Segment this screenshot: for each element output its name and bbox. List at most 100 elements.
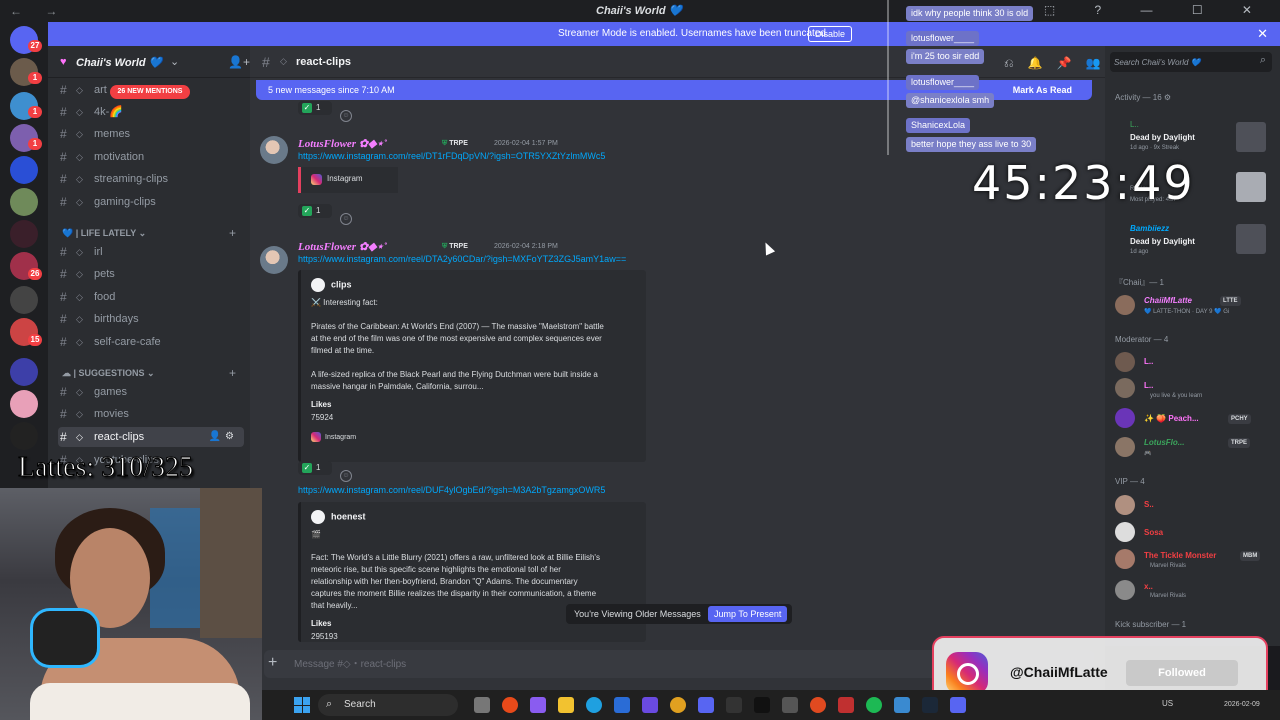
mark-as-read-button[interactable]: Mark As Read <box>1013 85 1072 95</box>
server-icon[interactable] <box>10 286 38 314</box>
activity-header[interactable]: Activity — 16 ⚙ <box>1115 93 1171 102</box>
member-name[interactable]: x.. <box>1144 582 1153 591</box>
member-name[interactable]: S.. <box>1144 500 1154 509</box>
server-icon[interactable] <box>10 156 38 184</box>
avatar[interactable] <box>1115 580 1135 600</box>
member-name[interactable]: The Tickle Monster <box>1144 551 1216 560</box>
edge-icon[interactable] <box>586 697 602 713</box>
link-embed[interactable]: clips ⚔️ Interesting fact: Pirates of th… <box>298 270 646 462</box>
app-icon[interactable] <box>782 697 798 713</box>
server-icon[interactable] <box>10 422 38 450</box>
windows-start-icon[interactable] <box>294 697 310 713</box>
invite-icon[interactable]: 👤+ <box>228 55 250 69</box>
server-icon[interactable] <box>10 358 38 386</box>
embed-author[interactable]: clips <box>311 278 352 292</box>
app-icon[interactable] <box>502 697 518 713</box>
avatar[interactable] <box>1115 495 1135 515</box>
channel-irl[interactable]: # ◇ irl <box>58 242 244 262</box>
server-icon[interactable] <box>10 220 38 248</box>
member-name[interactable]: L.. <box>1144 381 1153 390</box>
embed-author[interactable]: hoenest <box>311 510 366 524</box>
avatar[interactable] <box>1115 437 1135 457</box>
disable-button[interactable]: Disable <box>808 26 853 42</box>
message-link[interactable]: https://www.instagram.com/reel/DT1rFDqDp… <box>298 151 605 161</box>
chevron-down-icon[interactable]: ⌄ <box>170 55 179 68</box>
chrome-icon[interactable] <box>670 697 686 713</box>
app-icon[interactable] <box>530 697 546 713</box>
jump-to-present-button[interactable]: Jump To Present <box>708 606 788 622</box>
channel-pets[interactable]: # ◇ pets <box>58 264 244 284</box>
category-life-lately[interactable]: 💙 | LIFE LATELY ⌄ + <box>58 225 244 241</box>
discord-taskbar-icon[interactable] <box>950 697 966 713</box>
search-box[interactable]: ⌕ <box>1110 52 1272 72</box>
server-icon[interactable] <box>10 390 38 418</box>
activity-game[interactable]: Dead by Daylight <box>1130 133 1195 142</box>
app-icon[interactable] <box>894 697 910 713</box>
search-input[interactable] <box>1114 54 1254 70</box>
message-link[interactable]: https://www.instagram.com/reel/DTA2y60CD… <box>298 254 626 264</box>
channel-birthdays[interactable]: # ◇ birthdays <box>58 309 244 329</box>
app-icon[interactable] <box>642 697 658 713</box>
app-icon[interactable] <box>810 697 826 713</box>
member-name[interactable]: Sosa <box>1144 528 1163 537</box>
file-explorer-icon[interactable] <box>558 697 574 713</box>
channel-settings-icon[interactable]: 👤⚙ <box>209 427 238 447</box>
channel-games[interactable]: # ◇ games <box>58 382 244 402</box>
reaction-check[interactable]: ✓ 1 <box>298 101 332 115</box>
message-author[interactable]: LotusFlower ✿◆⋆˚ <box>298 240 387 253</box>
avatar[interactable] <box>1115 408 1135 428</box>
avatar[interactable] <box>1115 522 1135 542</box>
add-channel-icon[interactable]: + <box>229 365 236 381</box>
server-header[interactable]: ♥ Chaii's World 💙 ⌄ 👤+ <box>48 46 250 78</box>
server-icon[interactable] <box>10 188 38 216</box>
add-reaction-icon[interactable]: ☺ <box>340 470 352 482</box>
app-icon[interactable] <box>838 697 854 713</box>
avatar[interactable] <box>1115 549 1135 569</box>
close-icon[interactable]: ✕ <box>1257 26 1268 42</box>
app-icon[interactable] <box>726 697 742 713</box>
message-author[interactable]: LotusFlower ✿◆⋆˚ <box>298 137 387 150</box>
avatar[interactable] <box>1115 352 1135 372</box>
steam-icon[interactable] <box>922 697 938 713</box>
task-view-icon[interactable] <box>474 697 490 713</box>
app-icon[interactable] <box>698 697 714 713</box>
channel-4k[interactable]: # ◇ 4k-🌈 <box>58 102 244 122</box>
category-suggestions[interactable]: ☁ | SUGGESTIONS ⌄ + <box>58 365 244 381</box>
add-channel-icon[interactable]: + <box>229 225 236 241</box>
channel-gaming-clips[interactable]: # ◇ gaming-clips <box>58 192 244 212</box>
avatar[interactable] <box>260 246 288 274</box>
reaction-check[interactable]: ✓ 1 <box>298 461 332 475</box>
tiktok-icon[interactable] <box>754 697 770 713</box>
app-icon[interactable] <box>614 697 630 713</box>
channel-memes[interactable]: # ◇ memes <box>58 124 244 144</box>
instagram-embed[interactable]: Instagram <box>298 167 398 193</box>
channel-food[interactable]: # ◇ food <box>58 287 244 307</box>
member-name[interactable]: L.. <box>1144 357 1153 366</box>
activity-game[interactable]: Dead by Daylight <box>1130 237 1195 246</box>
channel-self-care-cafe[interactable]: # ◇ self-care-cafe <box>58 332 244 352</box>
keyboard-layout[interactable]: US <box>1162 699 1173 708</box>
window-controls[interactable]: ⬚ ? — ☐ ✕ <box>1044 3 1270 17</box>
member-name[interactable]: LotusFlo... <box>1144 438 1184 447</box>
member-name[interactable]: ChaiiMfLatte <box>1144 296 1192 305</box>
new-mentions-pill[interactable]: 26 NEW MENTIONS <box>110 85 190 99</box>
avatar[interactable] <box>260 136 288 164</box>
reaction-check[interactable]: ✓ 1 <box>298 204 332 218</box>
channel-react-clips[interactable]: # ◇ react-clips 👤⚙ <box>58 427 244 447</box>
attach-plus-icon[interactable]: + <box>268 654 277 672</box>
message-link[interactable]: https://www.instagram.com/reel/DUF4ylOgb… <box>298 485 605 495</box>
channel-streaming-clips[interactable]: # ◇ streaming-clips <box>58 169 244 189</box>
message-input[interactable] <box>294 654 994 674</box>
channel-movies[interactable]: # ◇ movies <box>58 404 244 424</box>
clock-date[interactable]: 2026-02-09 <box>1224 701 1260 708</box>
header-toolbar[interactable]: ⎌🔔📌👥 <box>1004 56 1114 71</box>
channel-motivation[interactable]: # ◇ motivation <box>58 147 244 167</box>
spotify-icon[interactable] <box>866 697 882 713</box>
avatar[interactable] <box>1115 378 1135 398</box>
avatar[interactable] <box>1115 295 1135 315</box>
taskbar-search[interactable]: ⌕ Search <box>318 694 458 716</box>
back-forward-nav[interactable]: ← → <box>10 4 67 18</box>
add-reaction-icon[interactable]: ☺ <box>340 110 352 122</box>
add-reaction-icon[interactable]: ☺ <box>340 213 352 225</box>
member-name[interactable]: ✨ 🍑 Peach... <box>1144 414 1199 423</box>
